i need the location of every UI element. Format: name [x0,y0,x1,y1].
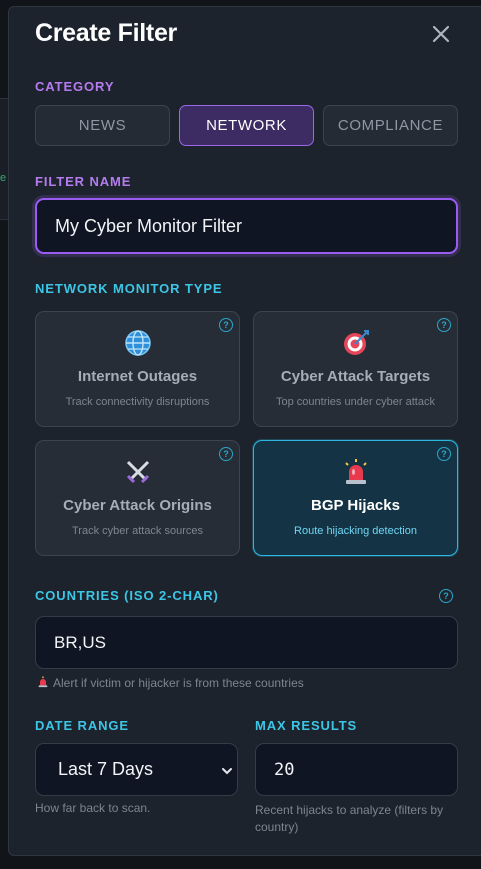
filter-name-label: FILTER NAME [35,174,132,189]
max-results-hint: Recent hijacks to analyze (filters by co… [255,803,444,834]
card-description: Track connectivity disruptions [65,396,210,408]
date-range-value: Last 7 Days [58,759,154,779]
category-label: CATEGORY [35,79,115,94]
card-description: Top countries under cyber attack [276,396,435,408]
create-filter-modal: Create Filter CATEGORY NEWS NETWORK COMP… [8,6,481,856]
card-description: Track cyber attack sources [71,525,204,537]
countries-input[interactable]: BR,US [35,616,458,669]
countries-value: BR,US [54,632,106,652]
category-compliance-button[interactable]: COMPLIANCE [323,105,458,146]
card-internet-outages[interactable]: ? Internet Outages Track connectivity di… [35,311,240,427]
card-description: Route hijacking detection [294,525,417,537]
chevron-down-icon [222,768,232,775]
help-icon[interactable]: ? [439,589,453,603]
category-news-button[interactable]: NEWS [35,105,170,146]
category-network-button[interactable]: NETWORK [179,105,314,146]
filter-name-input[interactable]: My Cyber Monitor Filter [35,198,458,254]
close-icon [432,25,450,43]
max-results-value: 20 [274,759,295,780]
modal-title: Create Filter [35,19,177,47]
card-bgp-hijacks[interactable]: ? BGP Hijacks Route hijacking detection [253,440,458,556]
siren-icon [344,459,367,484]
countries-hint: Alert if victim or hijacker is from thes… [37,675,304,692]
countries-hint-text: Alert if victim or hijacker is from thes… [53,676,304,690]
card-title: Cyber Attack Targets [280,368,431,385]
crossed-swords-icon [126,460,149,484]
card-title: BGP Hijacks [311,497,400,514]
target-icon [343,330,369,355]
card-title: Cyber Attack Origins [63,497,212,514]
date-range-select[interactable]: Last 7 Days [35,743,238,796]
globe-icon [124,330,151,356]
filter-name-value: My Cyber Monitor Filter [55,215,243,236]
max-results-label: MAX RESULTS [255,718,358,733]
siren-icon [38,676,48,688]
card-cyber-attack-targets[interactable]: ? Cyber Attack Targets Top countries und… [253,311,458,427]
card-title: Internet Outages [77,368,198,385]
date-range-label: DATE RANGE [35,718,129,733]
card-cyber-attack-origins[interactable]: ? Cyber Attack Origins Track cyber attac… [35,440,240,556]
monitor-type-label: NETWORK MONITOR TYPE [35,281,223,296]
max-results-input[interactable]: 20 [255,743,458,796]
date-range-hint: How far back to scan. [35,801,151,815]
countries-label: COUNTRIES (ISO 2-CHAR) [35,588,219,603]
background-text-fragment: e [0,172,6,184]
close-button[interactable] [427,20,455,48]
